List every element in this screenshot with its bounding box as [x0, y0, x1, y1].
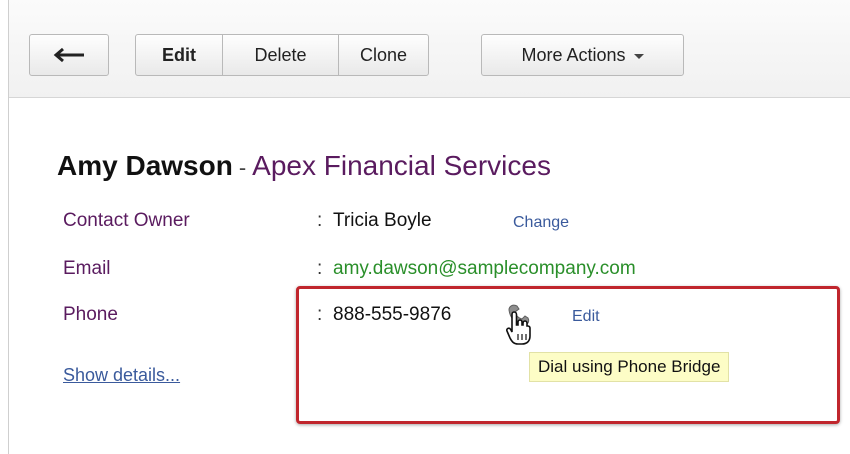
chevron-down-icon [633, 54, 644, 59]
arrow-left-icon [53, 47, 84, 63]
page-title: Amy Dawson - Apex Financial Services [57, 150, 551, 182]
delete-button[interactable]: Delete [222, 34, 339, 76]
clone-button[interactable]: Clone [338, 34, 429, 76]
email-colon: : [317, 258, 323, 279]
email-label: Email [63, 258, 111, 279]
owner-colon: : [317, 210, 323, 231]
phone-label: Phone [63, 304, 118, 325]
contact-name: Amy Dawson [57, 150, 233, 181]
phone-highlight-box [296, 286, 840, 424]
more-actions-label: More Actions [521, 44, 626, 65]
edit-button[interactable]: Edit [135, 34, 223, 76]
email-link[interactable]: amy.dawson@samplecompany.com [333, 258, 636, 280]
action-toolbar: Edit Delete Clone More Actions [9, 0, 850, 98]
change-owner-link[interactable]: Change [513, 214, 569, 232]
contact-owner-value: Tricia Boyle [333, 210, 432, 231]
contact-owner-label: Contact Owner [63, 210, 190, 231]
more-actions-button[interactable]: More Actions [481, 34, 684, 76]
show-details-link[interactable]: Show details... [63, 365, 180, 386]
title-separator: - [238, 155, 247, 180]
company-link[interactable]: Apex Financial Services [252, 150, 551, 181]
contact-detail-panel: Edit Delete Clone More Actions Amy Dawso… [8, 0, 850, 454]
back-button[interactable] [29, 34, 109, 76]
